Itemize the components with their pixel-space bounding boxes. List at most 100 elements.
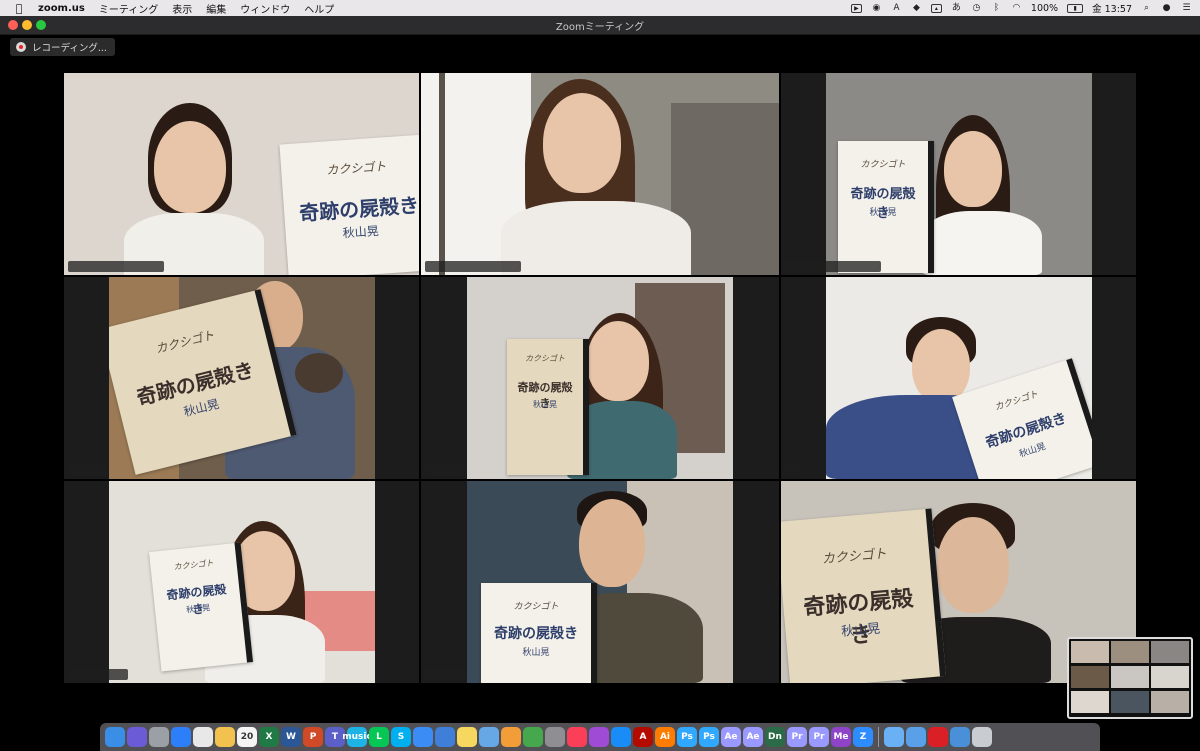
- music-icon[interactable]: [567, 727, 587, 747]
- zoom-status-icon[interactable]: ▶: [850, 3, 862, 13]
- menu-window[interactable]: ウィンドウ: [240, 1, 290, 16]
- participant-name-tag: [68, 669, 128, 680]
- powerpoint-icon[interactable]: P: [303, 727, 323, 747]
- system-preferences-icon[interactable]: [545, 727, 565, 747]
- dropbox-status-icon[interactable]: ◆: [911, 3, 922, 13]
- word-icon[interactable]: W: [281, 727, 301, 747]
- recording-indicator[interactable]: レコーディング...: [10, 38, 115, 56]
- input-method-icon[interactable]: あ: [951, 3, 962, 13]
- airplay-icon[interactable]: ▴: [930, 3, 942, 13]
- thumbnail-cell: [1151, 691, 1189, 713]
- dock: 20 X W P Tmusic L S A Ai Ps Ps Ae Ae Dn Pr Pr Me Z: [100, 723, 1100, 751]
- photos-icon[interactable]: [215, 727, 235, 747]
- participant-name-tag: [785, 261, 881, 272]
- premiere-icon-2[interactable]: Pr: [809, 727, 829, 747]
- chrome-icon[interactable]: [193, 727, 213, 747]
- thumbnail-cell: [1071, 691, 1109, 713]
- after-effects-icon-2[interactable]: Ae: [743, 727, 763, 747]
- spotlight-search-icon[interactable]: ⌕: [1141, 3, 1152, 13]
- participant-name-tag: [68, 465, 108, 476]
- window-title: Zoomミーティング: [555, 22, 645, 33]
- script-book: カクシゴト 奇跡の屍殻き 秋山晃: [781, 508, 947, 683]
- messenger-icon[interactable]: [413, 727, 433, 747]
- video-tile-8[interactable]: カクシゴト 奇跡の屍殻き 秋山晃: [421, 481, 779, 683]
- recording-icon: [16, 42, 26, 52]
- launchpad-icon[interactable]: [149, 727, 169, 747]
- numbers-icon[interactable]: [523, 727, 543, 747]
- recording-label: レコーディング...: [32, 43, 107, 54]
- media-encoder-icon[interactable]: Me: [831, 727, 851, 747]
- menu-view[interactable]: 表示: [172, 1, 192, 16]
- script-book: カクシゴト 奇跡の屍殻き 秋山晃: [952, 358, 1092, 479]
- after-effects-icon[interactable]: Ae: [721, 727, 741, 747]
- finder-icon[interactable]: [105, 727, 125, 747]
- excel-icon[interactable]: X: [259, 727, 279, 747]
- thumbnail-cell: [1071, 666, 1109, 688]
- skype-icon[interactable]: S: [391, 727, 411, 747]
- trash-icon[interactable]: [972, 727, 992, 747]
- thumbnail-cell: [1151, 641, 1189, 663]
- apple-menu-icon[interactable]: : [12, 2, 26, 15]
- menu-bar:  zoom.us ミーティング 表示 編集 ウィンドウ ヘルプ ▶ ◉ A ◆…: [0, 0, 1200, 16]
- script-book: カクシゴト 奇跡の屍殻き 秋山晃: [838, 141, 934, 273]
- siri-menu-icon[interactable]: ●: [1161, 3, 1172, 13]
- preview-icon[interactable]: [479, 727, 499, 747]
- adobe-status-icon[interactable]: A: [891, 3, 902, 13]
- clock[interactable]: 金 13:57: [1092, 1, 1132, 15]
- folder-icon-2[interactable]: [906, 727, 926, 747]
- dimension-icon[interactable]: Dn: [765, 727, 785, 747]
- notification-center-icon[interactable]: ☰: [1181, 3, 1192, 13]
- safari-icon[interactable]: [171, 727, 191, 747]
- folder-icon[interactable]: [884, 727, 904, 747]
- photoshop-icon[interactable]: Ps: [677, 727, 697, 747]
- time-machine-icon[interactable]: ◷: [971, 3, 982, 13]
- video-tile-3[interactable]: カクシゴト 奇跡の屍殻き 秋山晃: [781, 73, 1136, 275]
- participant-name-tag: [785, 465, 799, 476]
- wifi-icon[interactable]: ◠: [1011, 3, 1022, 13]
- creative-cloud-icon[interactable]: [928, 727, 948, 747]
- illustrator-icon[interactable]: Ai: [655, 727, 675, 747]
- menu-edit[interactable]: 編集: [206, 1, 226, 16]
- notes-icon[interactable]: [457, 727, 477, 747]
- video-tile-4[interactable]: カクシゴト 奇跡の屍殻き 秋山晃: [64, 277, 419, 479]
- photoshop-icon-2[interactable]: Ps: [699, 727, 719, 747]
- line-icon[interactable]: L: [369, 727, 389, 747]
- script-book: カクシゴト 奇跡の屍殻き 秋山晃: [148, 542, 254, 672]
- siri-icon[interactable]: [127, 727, 147, 747]
- creative-cloud-status-icon[interactable]: ◉: [871, 3, 882, 13]
- folder-icon-3[interactable]: [950, 727, 970, 747]
- participant-name-tag: [425, 465, 465, 476]
- keynote-icon[interactable]: [435, 727, 455, 747]
- thumbnail-cell: [1111, 666, 1149, 688]
- thumbnail-cell: [1071, 641, 1109, 663]
- podcasts-icon[interactable]: [589, 727, 609, 747]
- pages-icon[interactable]: [501, 727, 521, 747]
- video-tile-1[interactable]: カクシゴト 奇跡の屍殻き 秋山晃: [64, 73, 419, 275]
- menu-meeting[interactable]: ミーティング: [99, 1, 158, 16]
- script-book: カクシゴト 奇跡の屍殻き 秋山晃: [507, 339, 589, 475]
- zoom-icon[interactable]: Z: [853, 727, 873, 747]
- thumbnail-cell: [1111, 641, 1149, 663]
- video-tile-6[interactable]: カクシゴト 奇跡の屍殻き 秋山晃: [781, 277, 1136, 479]
- app-store-icon[interactable]: [611, 727, 631, 747]
- self-view-thumbnail[interactable]: [1067, 637, 1193, 719]
- premiere-icon[interactable]: Pr: [787, 727, 807, 747]
- menu-help[interactable]: ヘルプ: [304, 1, 334, 16]
- participant-name-tag: [68, 261, 164, 272]
- dock-separator: [878, 727, 879, 747]
- acrobat-icon[interactable]: A: [633, 727, 653, 747]
- script-book: カクシゴト 奇跡の屍殻き 秋山晃: [481, 583, 597, 683]
- video-tile-5[interactable]: カクシゴト 奇跡の屍殻き 秋山晃: [421, 277, 779, 479]
- window-title-bar: Zoomミーティング: [0, 16, 1200, 35]
- battery-icon[interactable]: ▮: [1067, 3, 1084, 13]
- participant-name-tag: [425, 261, 521, 272]
- participant-name-tag: [425, 669, 465, 680]
- video-tile-2[interactable]: [421, 73, 779, 275]
- script-book: カクシゴト 奇跡の屍殻き 秋山晃: [279, 133, 419, 275]
- bluetooth-icon[interactable]: ᛒ: [991, 3, 1002, 13]
- app-menu[interactable]: zoom.us: [38, 3, 85, 14]
- thumbnail-cell: [1111, 691, 1149, 713]
- video-tile-7[interactable]: カクシゴト 奇跡の屍殻き 秋山晃: [64, 481, 419, 683]
- calendar-icon[interactable]: 20: [237, 727, 257, 747]
- amazon-music-icon[interactable]: music: [342, 727, 372, 747]
